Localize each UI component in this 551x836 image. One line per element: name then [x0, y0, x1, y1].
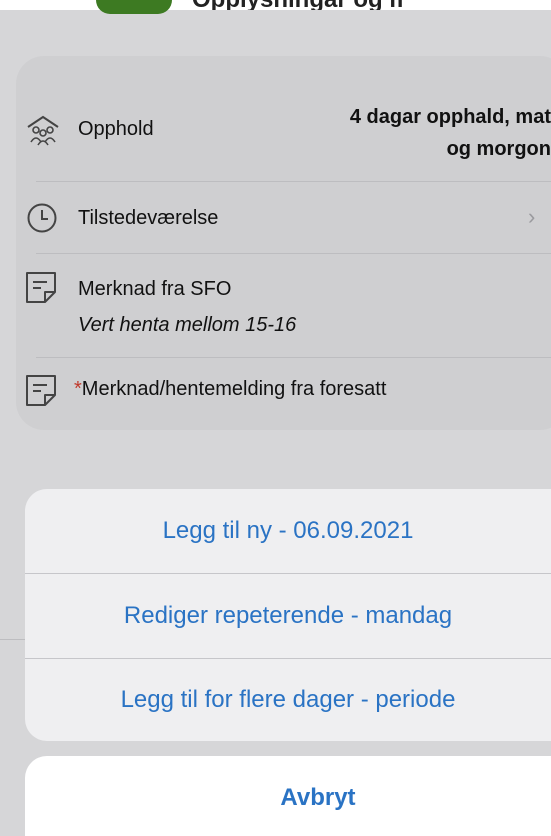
opphold-label: Opphold [78, 118, 154, 140]
add-multiple-days-button[interactable]: Legg til for flere dager - periode [25, 659, 551, 741]
chevron-right-icon[interactable]: › [528, 204, 535, 230]
clock-icon [26, 202, 58, 239]
sfo-note-label: Merknad fra SFO [78, 278, 232, 300]
action-sheet: Legg til ny - 06.09.2021 Rediger repeter… [25, 489, 551, 741]
cancel-label: Avbryt [280, 784, 356, 811]
opphold-value-line1: 4 dagar opphald, mat [349, 106, 551, 128]
people-group-icon [26, 114, 60, 151]
add-new-button[interactable]: Legg til ny - 06.09.2021 [25, 489, 551, 573]
note-icon [24, 373, 58, 412]
note-icon [24, 270, 58, 309]
top-header-title: Opplysningar og meldingar [192, 0, 402, 10]
guardian-note-label-text: Merknad/hentemelding fra foresatt [81, 378, 387, 400]
top-header-title-clip: Opplysningar og meldingar [192, 0, 402, 10]
divider [36, 253, 551, 254]
app-icon [96, 0, 172, 14]
cancel-button[interactable]: Avbryt [25, 756, 551, 836]
tilstede-label[interactable]: Tilstedeværelse [78, 207, 218, 230]
edit-repeating-button[interactable]: Rediger repeterende - mandag [25, 574, 551, 658]
required-marker: * [74, 378, 82, 400]
divider [36, 357, 551, 358]
opphold-value-line2: og morgon [446, 138, 551, 160]
divider [36, 181, 551, 182]
sfo-note-text: Vert henta mellom 15-16 [78, 314, 297, 336]
guardian-note-label[interactable]: *Merknad/hentemelding fra foresatt [74, 378, 386, 401]
